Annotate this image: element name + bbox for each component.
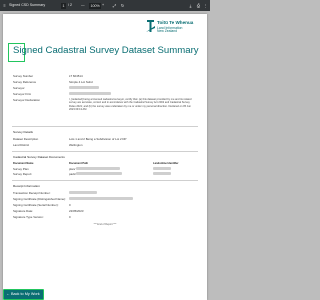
column-header: Document Path bbox=[69, 162, 89, 165]
detail-value: LT 604514 bbox=[69, 74, 83, 78]
redacted-value bbox=[69, 191, 97, 194]
detail-value: Lots 1 and 2 Being a Subdivision of Lot … bbox=[69, 137, 127, 141]
document-path: pack/ bbox=[69, 172, 76, 176]
survey-details-heading: Survey Details bbox=[13, 130, 33, 134]
redacted-value bbox=[69, 86, 99, 89]
redacted-value bbox=[76, 172, 122, 175]
more-options-icon[interactable]: ⋮ bbox=[203, 3, 208, 8]
fit-page-icon[interactable]: ⤢ bbox=[112, 3, 117, 8]
pdf-page: Toitū Te Whenua Land Information New Zea… bbox=[3, 14, 207, 300]
detail-label: Land District bbox=[13, 143, 30, 147]
divider bbox=[12, 180, 198, 181]
download-icon[interactable]: ⤓ bbox=[188, 3, 193, 8]
logo-line-3: New Zealand bbox=[157, 29, 177, 34]
print-icon[interactable]: ⎙ bbox=[196, 3, 201, 8]
logo-line-1: Toitū Te Whenua bbox=[157, 20, 194, 25]
back-button-label: Back to My Work bbox=[11, 292, 40, 296]
zoom-in-button[interactable]: + bbox=[102, 0, 104, 11]
column-header: Document Name bbox=[13, 162, 34, 165]
receipt-label: Signature Type Version: bbox=[13, 215, 44, 219]
receipt-value: 22/05/2023 bbox=[69, 209, 84, 213]
document-path: plan/ bbox=[69, 167, 76, 171]
detail-value: Simple 4 Lot Subd bbox=[69, 80, 93, 84]
detail-label: Dataset Description bbox=[13, 137, 39, 141]
detail-label: Survey Reference bbox=[13, 80, 37, 84]
pdf-viewer-toolbar: ≡ Signed CSD Summary 1 / 2 — 100% + ⤢ ↻ … bbox=[0, 0, 210, 11]
document-name: Survey Report bbox=[13, 172, 32, 176]
redacted-value bbox=[153, 167, 171, 170]
document-name: Survey Plan bbox=[13, 167, 29, 171]
declaration-text: I, [redacted] being a licensed cadastral… bbox=[69, 98, 192, 112]
detail-value: Wellington bbox=[69, 143, 83, 147]
divider bbox=[12, 151, 198, 152]
detail-label: Survey Number bbox=[13, 74, 34, 78]
redacted-value bbox=[69, 197, 133, 200]
page-title: Signed Cadastral Survey Dataset Summary bbox=[13, 45, 199, 56]
redacted-value bbox=[69, 92, 111, 95]
back-to-my-work-button[interactable]: ← Back to My Work bbox=[3, 289, 44, 300]
redacted-value bbox=[76, 167, 120, 170]
rotate-icon[interactable]: ↻ bbox=[120, 3, 125, 8]
redacted-value bbox=[153, 172, 171, 175]
receipt-value: 0 bbox=[69, 215, 71, 219]
column-header: Landonline Identifier bbox=[153, 162, 179, 165]
linz-logo-icon bbox=[146, 20, 155, 32]
menu-icon[interactable]: ≡ bbox=[2, 3, 7, 8]
detail-label: Surveyor Firm bbox=[13, 92, 32, 96]
receipt-label: Signing Certificate (Serial Number): bbox=[13, 203, 59, 207]
end-of-report: *** End of Report *** bbox=[93, 223, 117, 226]
page-total: / 2 bbox=[68, 3, 72, 7]
receipt-value: 0 bbox=[69, 203, 71, 207]
back-arrow-icon: ← bbox=[6, 291, 10, 296]
receipt-label: Signing Certificate (Distinguished Name)… bbox=[13, 197, 66, 201]
zoom-level[interactable]: 100% bbox=[89, 2, 102, 9]
zoom-out-button[interactable]: — bbox=[81, 0, 85, 11]
declaration-label: Surveyor Declaration bbox=[13, 98, 40, 102]
divider bbox=[12, 126, 198, 127]
pdf-file-name: Signed CSD Summary bbox=[9, 3, 46, 7]
linz-logo: Toitū Te Whenua Land Information New Zea… bbox=[146, 19, 201, 39]
page-number-input[interactable]: 1 bbox=[61, 2, 66, 9]
documents-heading: Cadastral Survey Dataset Documents bbox=[13, 155, 65, 159]
receipt-label: Transaction Receipt Number: bbox=[13, 191, 51, 195]
receipt-heading: Receipt Information bbox=[13, 184, 40, 188]
detail-label: Surveyor bbox=[13, 86, 25, 90]
receipt-label: Signature Date: bbox=[13, 209, 34, 213]
